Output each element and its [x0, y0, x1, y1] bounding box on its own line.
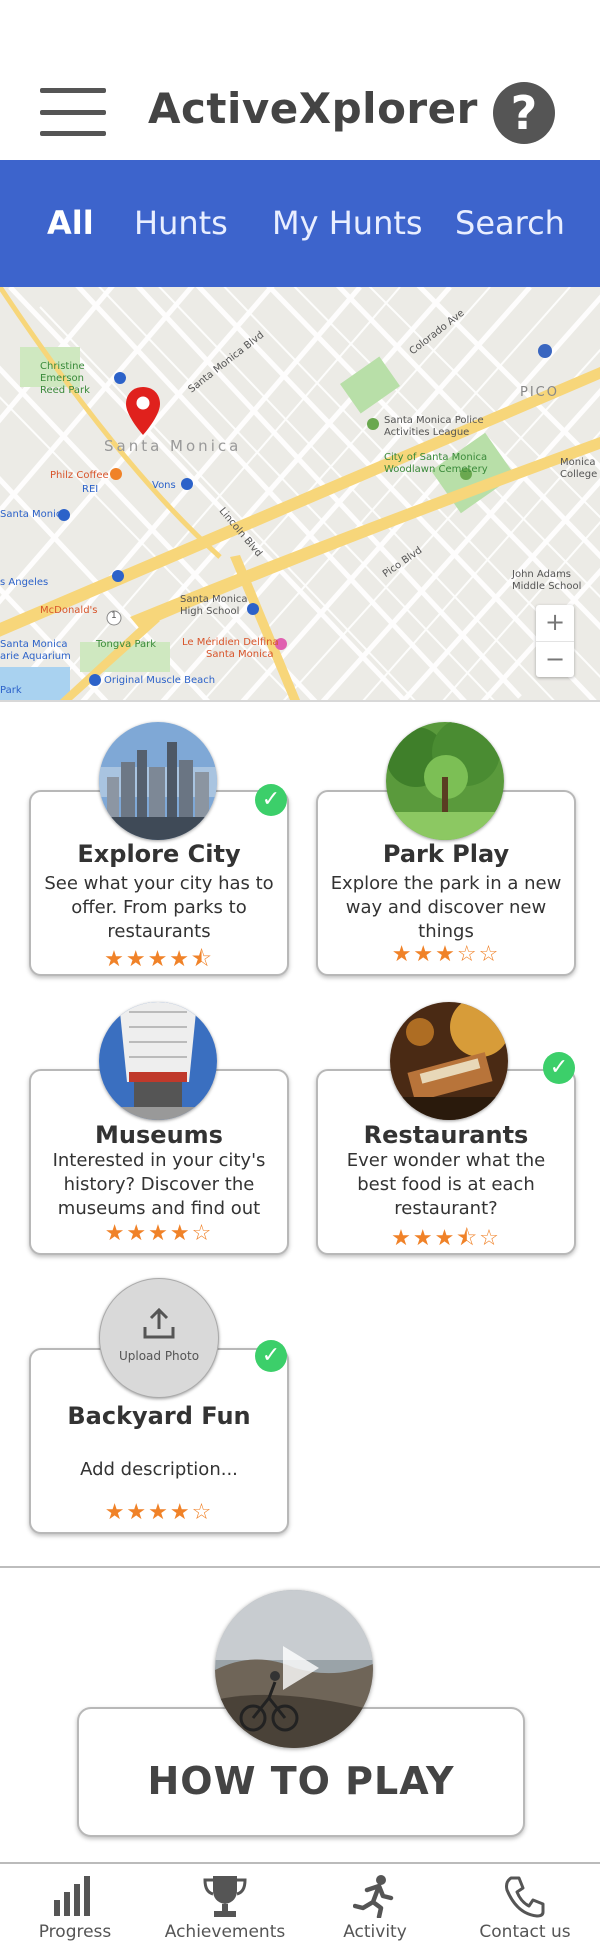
tab-bar: All Hunts My Hunts Search — [0, 160, 600, 287]
location-pin-icon[interactable] — [126, 387, 160, 435]
map-label: Park — [0, 685, 22, 696]
completed-check-icon: ✓ — [255, 1340, 287, 1372]
map-label: Santa Monica — [0, 639, 68, 650]
map-label: REI — [82, 484, 99, 495]
map-label: Monica — [560, 457, 596, 468]
completed-check-icon: ✓ — [543, 1052, 575, 1084]
bar-chart-icon — [54, 1876, 90, 1916]
how-to-play-video[interactable] — [215, 1590, 373, 1748]
map-label: Santa Monica — [180, 594, 248, 605]
restaurant-image — [390, 1002, 508, 1120]
map-label: PICO — [520, 385, 559, 400]
hunt-description: See what your city has to offer. From pa… — [44, 873, 274, 942]
nav-label: Contact us — [479, 1922, 571, 1942]
map-label: Santa Monica — [0, 509, 68, 520]
map-label: Santa Monica Police — [384, 415, 484, 426]
completed-check-icon: ✓ — [255, 784, 287, 816]
phone-icon — [505, 1876, 545, 1918]
map-zoom-control: + − — [536, 605, 574, 677]
hunt-rating: ★★★★⯪ — [104, 947, 214, 972]
map-label: arie Aquarium — [0, 651, 71, 662]
nav-contact-us[interactable]: Contact us — [450, 1864, 600, 1954]
city-skyline-image — [99, 722, 217, 840]
map-label: Reed Park — [40, 385, 90, 396]
running-icon — [353, 1875, 394, 1918]
map-label: Emerson — [40, 373, 84, 384]
question-icon[interactable]: ? — [493, 82, 555, 144]
hamburger-icon[interactable] — [40, 88, 106, 138]
hunt-title: Park Play — [382, 840, 510, 868]
map-label: Santa Monica — [104, 437, 242, 455]
map-label: Original Muscle Beach — [104, 675, 216, 686]
hunt-rating: ★★★☆☆ — [391, 942, 501, 967]
hunt-description: Explore the park in a new way and discov… — [330, 873, 562, 942]
tab-all[interactable]: All — [47, 204, 94, 242]
nav-achievements[interactable]: Achievements — [150, 1864, 300, 1954]
zoom-out-button[interactable]: − — [536, 642, 574, 678]
map-label: Christine — [40, 361, 85, 372]
tab-my-hunts[interactable]: My Hunts — [272, 204, 423, 242]
park-image — [386, 722, 504, 840]
hunt-description[interactable]: Add description... — [41, 1458, 277, 1482]
map-label: Philz Coffee — [50, 470, 109, 481]
upload-icon — [143, 1307, 175, 1339]
map-label: Le Méridien Delfina — [182, 637, 279, 648]
map-label: Vons — [152, 480, 176, 491]
hunt-rating: ★★★⯪☆ — [391, 1226, 501, 1251]
app-header: ActiveXplorer ? — [0, 0, 600, 160]
app-title: ActiveXplorer — [148, 84, 478, 133]
nav-label: Activity — [343, 1922, 407, 1942]
map-label: McDonald's — [40, 605, 98, 616]
map-label: 1 — [111, 611, 117, 621]
how-to-play-label: HOW TO PLAY — [147, 1759, 455, 1803]
bottom-nav: Progress Achievements Activity Contact u… — [0, 1862, 600, 1954]
map-label: High School — [180, 606, 240, 617]
section-divider — [0, 1566, 600, 1568]
hunt-description: Ever wonder what the best food is at eac… — [346, 1150, 546, 1219]
hunt-title: Explore City — [77, 840, 241, 868]
map-label: City of Santa Monica — [384, 452, 488, 463]
nav-label: Achievements — [164, 1922, 286, 1942]
hunt-description: Interested in your city's history? Disco… — [52, 1150, 266, 1219]
upload-photo-label: Upload Photo — [118, 1349, 200, 1363]
map-label: Santa Monica — [206, 649, 274, 660]
hunt-title: Backyard Fun — [67, 1402, 251, 1430]
hunt-title: Restaurants — [363, 1121, 529, 1149]
hunt-title: Museums — [95, 1121, 223, 1149]
map-label: Woodlawn Cemetery — [384, 464, 488, 475]
map-label: s Angeles — [0, 577, 49, 588]
hunt-rating: ★★★★☆ — [104, 1500, 214, 1525]
map-label: John Adams — [512, 569, 572, 580]
museum-image — [99, 1002, 217, 1120]
map-label: College — [560, 469, 598, 480]
nav-label: Progress — [38, 1922, 112, 1942]
hunt-rating: ★★★★☆ — [104, 1221, 214, 1246]
map-view[interactable]: Christine Emerson Reed Park Santa Monica… — [0, 287, 600, 702]
tab-search[interactable]: Search — [455, 204, 565, 242]
map-label: Middle School — [512, 581, 582, 592]
tab-hunts[interactable]: Hunts — [134, 204, 228, 242]
upload-photo-button[interactable]: Upload Photo — [99, 1278, 219, 1398]
zoom-in-button[interactable]: + — [536, 605, 574, 642]
map-label: Tongva Park — [96, 639, 157, 650]
nav-progress[interactable]: Progress — [0, 1864, 150, 1954]
trophy-icon — [203, 1876, 247, 1917]
map-label: Activities League — [384, 427, 470, 438]
nav-activity[interactable]: Activity — [300, 1864, 450, 1954]
